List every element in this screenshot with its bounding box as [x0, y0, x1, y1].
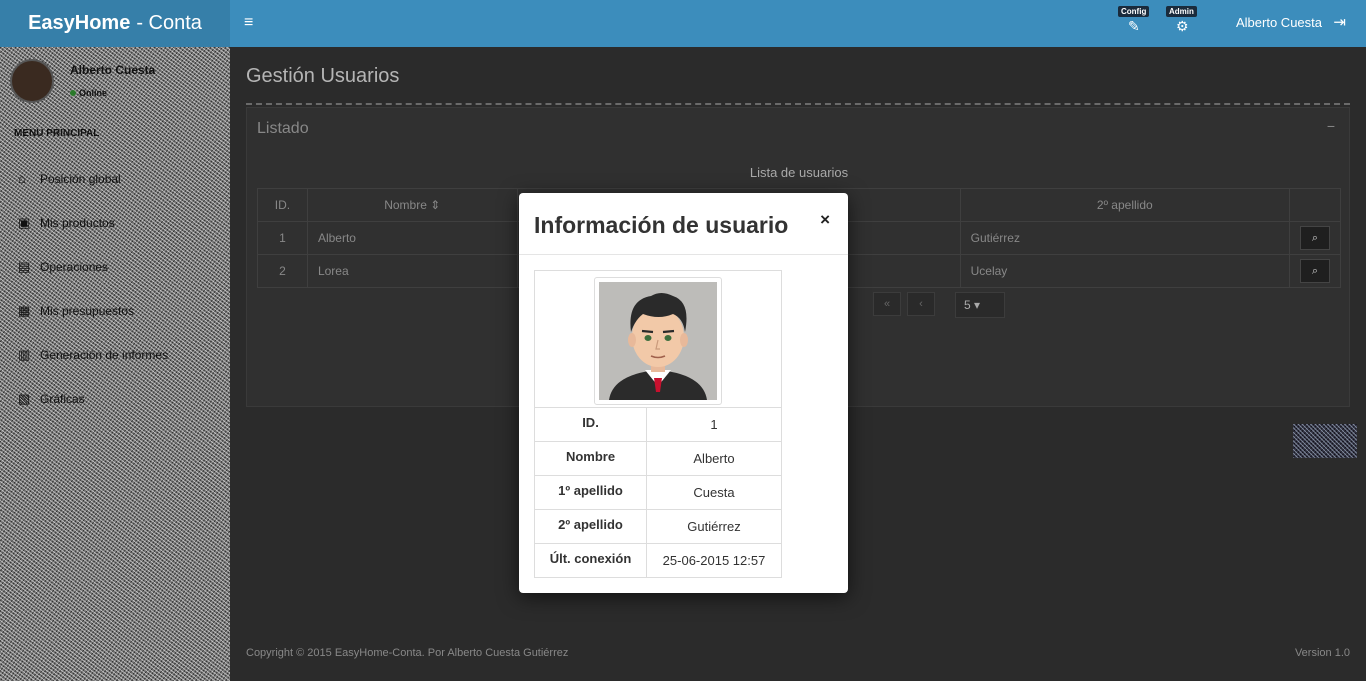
photo-row	[534, 270, 782, 408]
pagination: « ‹	[873, 292, 935, 316]
close-icon[interactable]: ×	[820, 210, 830, 230]
info-row-apellido1: 1º apellido Cuesta	[534, 475, 782, 510]
user-avatar-image	[599, 282, 717, 400]
cell-id: 1	[257, 221, 308, 255]
config-badge: Config	[1118, 6, 1150, 17]
modal-title: Información de usuario	[534, 212, 789, 238]
dashboard-icon: ⌂	[18, 171, 26, 186]
gears-icon: ⚙	[1176, 18, 1189, 34]
online-status: Online	[70, 88, 107, 98]
user-photo	[594, 277, 722, 405]
corner-widget	[1293, 424, 1357, 458]
field-label: 1º apellido	[534, 475, 647, 510]
user-info-modal: Información de usuario × ID. 1 Nombre Al…	[519, 193, 848, 593]
rows-per-page-select[interactable]: 5 ▾	[955, 292, 1005, 318]
cell-apellido2: Gutiérrez	[959, 221, 1290, 255]
sidebar-item-informes[interactable]: ▥ Generación de informes	[18, 347, 168, 363]
field-value: Gutiérrez	[646, 509, 782, 544]
sidebar-item-label: Gráficas	[40, 392, 85, 406]
sidebar-user-name: Alberto Cuesta	[70, 63, 156, 77]
page-title: Gestión Usuarios	[246, 65, 400, 87]
field-value: Cuesta	[646, 475, 782, 510]
report-icon: ▥	[18, 347, 31, 362]
avatar	[10, 59, 54, 103]
column-header-id[interactable]: ID.	[257, 188, 308, 222]
collapse-button[interactable]: −	[1327, 118, 1335, 134]
info-row-apellido2: 2º apellido Gutiérrez	[534, 509, 782, 544]
app-logo[interactable]: EasyHome - Conta	[0, 0, 230, 47]
field-value: 25-06-2015 12:57	[646, 543, 782, 578]
info-row-ultima-conexion: Últ. conexión 25-06-2015 12:57	[534, 543, 782, 578]
field-value: Alberto	[646, 441, 782, 476]
sidebar-item-graficas[interactable]: ▧ Gráficas	[18, 391, 85, 407]
cell-actions: ⌕	[1288, 221, 1342, 255]
menu-toggle-icon[interactable]: ≡	[244, 14, 253, 32]
footer-copyright: Copyright © 2015 EasyHome-Conta. Por Alb…	[246, 647, 569, 659]
products-icon: ▣	[18, 215, 31, 230]
status-label: Online	[79, 88, 108, 98]
cartoon-man-icon	[599, 282, 717, 400]
wrench-icon: ✎	[1128, 18, 1140, 34]
logout-icon[interactable]: ⇥	[1333, 13, 1346, 31]
sidebar-item-operaciones[interactable]: ▤ Operaciones	[18, 259, 108, 275]
column-header-actions	[1288, 188, 1342, 222]
sidebar-item-label: Posición global	[40, 171, 121, 186]
budget-icon: ▦	[18, 303, 31, 318]
sidebar-item-mis-presupuestos[interactable]: ▦ Mis presupuestos	[18, 303, 134, 319]
brand-rest: - Conta	[136, 12, 202, 34]
field-label: Nombre	[534, 441, 647, 476]
sidebar-item-mis-productos[interactable]: ▣ Mis productos	[18, 215, 115, 231]
field-value: 1	[646, 407, 782, 442]
table-caption: Lista de usuarios	[749, 165, 849, 180]
footer-version: Version 1.0	[1294, 647, 1350, 659]
cell-apellido2: Ucelay	[959, 254, 1290, 288]
field-label: Últ. conexión	[534, 543, 647, 578]
chart-icon: ▧	[18, 391, 31, 406]
sidebar-item-label: Generación de informes	[40, 348, 169, 362]
config-button[interactable]: Config ✎	[1118, 6, 1150, 40]
field-label: ID.	[534, 407, 647, 442]
admin-badge: Admin	[1166, 6, 1197, 17]
online-dot-icon	[70, 90, 76, 96]
page-prev-button[interactable]: ‹	[907, 292, 935, 316]
column-header-nombre[interactable]: Nombre ⇕	[306, 188, 518, 222]
page-first-button[interactable]: «	[873, 292, 901, 316]
sidebar-item-label: Operaciones	[40, 260, 109, 274]
brand-bold: EasyHome	[28, 12, 131, 34]
title-divider	[246, 103, 1350, 105]
modal-divider	[519, 254, 848, 255]
operations-icon: ▤	[18, 259, 31, 274]
cell-id: 2	[257, 254, 308, 288]
view-user-button[interactable]: ⌕	[1299, 226, 1330, 250]
info-row-id: ID. 1	[534, 407, 782, 442]
navbar-user-name[interactable]: Alberto Cuesta	[1236, 15, 1322, 30]
info-row-nombre: Nombre Alberto	[534, 441, 782, 476]
cell-actions: ⌕	[1288, 254, 1342, 288]
box-title: Listado	[257, 120, 309, 137]
admin-button[interactable]: Admin ⚙	[1166, 6, 1198, 40]
field-label: 2º apellido	[534, 509, 647, 544]
view-user-button[interactable]: ⌕	[1299, 259, 1330, 283]
user-info-table: ID. 1 Nombre Alberto 1º apellido Cuesta …	[534, 270, 782, 578]
sidebar: Alberto Cuesta Online MENU PRINCIPAL ⌂ Po…	[0, 47, 230, 681]
photo-cell	[534, 270, 782, 408]
sidebar-item-posicion-global[interactable]: ⌂ Posición global	[18, 171, 121, 186]
top-navbar: ≡ Config ✎ Admin ⚙ Alberto Cuesta ⇥	[230, 0, 1366, 47]
sidebar-item-label: Mis presupuestos	[40, 304, 135, 318]
cell-nombre: Lorea	[306, 254, 518, 288]
sidebar-item-label: Mis productos	[40, 216, 115, 230]
cell-nombre: Alberto	[306, 221, 518, 255]
column-header-apellido2[interactable]: 2º apellido	[959, 188, 1290, 222]
menu-header: MENU PRINCIPAL	[14, 128, 100, 139]
